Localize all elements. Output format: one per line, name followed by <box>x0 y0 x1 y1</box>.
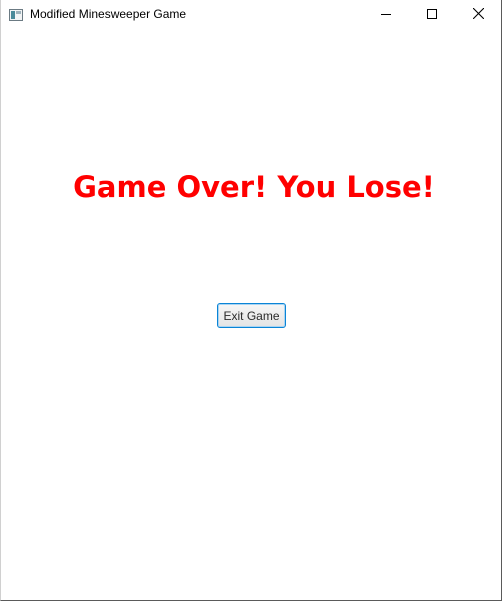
minimize-icon <box>381 6 391 24</box>
close-icon <box>472 6 484 24</box>
maximize-button[interactable] <box>409 0 455 30</box>
game-content: Game Over! You Lose! Exit Game <box>1 31 501 600</box>
window-title: Modified Minesweeper Game <box>30 7 187 21</box>
game-over-message: Game Over! You Lose! <box>73 170 435 204</box>
close-button[interactable] <box>455 0 501 30</box>
title-bar[interactable]: Modified Minesweeper Game <box>1 0 501 31</box>
app-icon <box>9 8 23 21</box>
app-window: Modified Minesweeper Game Game Over! You… <box>0 0 502 601</box>
maximize-icon <box>427 6 437 24</box>
minimize-button[interactable] <box>363 0 409 30</box>
exit-game-button[interactable]: Exit Game <box>217 303 286 328</box>
